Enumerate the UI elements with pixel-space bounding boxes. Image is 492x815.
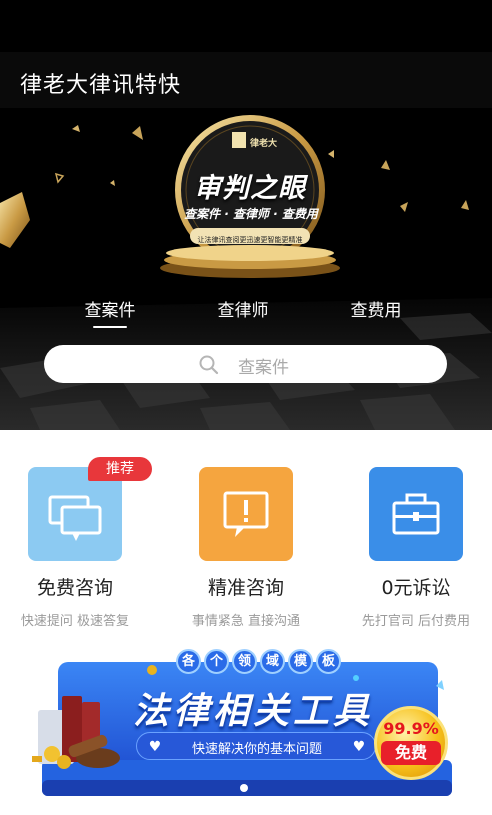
banner-subtitle-pill: ♥ 快速解决你的基本问题 ♥ bbox=[136, 732, 376, 760]
banner-subtitle: 快速解决你的基本问题 bbox=[191, 742, 322, 757]
recommend-badge: 推荐 bbox=[88, 457, 152, 481]
coin-free-label: 免费 bbox=[381, 741, 441, 765]
search-input[interactable]: 查案件 bbox=[44, 345, 447, 383]
chat-bubbles-icon bbox=[48, 495, 102, 541]
zero-fee-lawsuit-tile bbox=[369, 467, 463, 561]
banner-title: 法律相关工具 bbox=[132, 691, 373, 732]
service-description: 快速提问 极速答复 bbox=[20, 614, 130, 629]
hero-banner: 律老大 审判之眼 查案件 · 查律师 · 查费用 让法律讯查阅更迅速更智能更精准… bbox=[0, 108, 492, 430]
active-tab-indicator bbox=[93, 326, 127, 328]
app-header: 律老大律讯特快 bbox=[0, 52, 492, 108]
coin-percent: 99.9% bbox=[383, 719, 439, 738]
emblem-title: 审判之眼 bbox=[194, 173, 306, 204]
emblem-brand-text: 律老大 bbox=[250, 139, 278, 149]
banner-chip: 各 bbox=[176, 649, 201, 674]
service-name: 免费咨询 bbox=[36, 577, 113, 599]
banner-chip: 个 bbox=[204, 649, 229, 674]
legal-tools-banner[interactable]: 各 个 领 域 模 板 法律相关工具 ♥ 快速解决你的基本问题 ♥ 99.9% … bbox=[28, 640, 466, 800]
tab-fees[interactable]: 查费用 bbox=[326, 296, 426, 321]
free-consult-tile bbox=[28, 467, 122, 561]
tab-lawyers[interactable]: 查律师 bbox=[193, 296, 293, 321]
banner-chip: 领 bbox=[232, 649, 257, 674]
alert-message-icon bbox=[223, 491, 269, 537]
service-name: 精准咨询 bbox=[207, 577, 284, 599]
emblem-tagline: 查案件 · 查律师 · 查费用 bbox=[184, 207, 318, 221]
zero-fee-lawsuit-button[interactable]: 0元诉讼 先打官司 后付费用 bbox=[328, 430, 492, 630]
service-name: 0元诉讼 bbox=[381, 577, 451, 599]
precise-consult-tile bbox=[199, 467, 293, 561]
banner-chip: 域 bbox=[260, 649, 285, 674]
briefcase-icon bbox=[392, 493, 440, 535]
banner-chip: 板 bbox=[316, 649, 341, 674]
status-bar bbox=[0, 0, 492, 52]
service-description: 事情紧急 直接沟通 bbox=[191, 614, 301, 629]
search-type-tabs: 查案件 查律师 查费用 bbox=[0, 296, 492, 332]
heart-icon: ♥ bbox=[352, 739, 366, 755]
search-icon bbox=[199, 355, 219, 375]
emblem-slogan: 让法律讯查阅更迅速更智能更精准 bbox=[197, 236, 303, 244]
service-description: 先打官司 后付费用 bbox=[361, 614, 471, 629]
free-coin-badge: 99.9% 免费 bbox=[374, 706, 448, 780]
page-title: 律老大律讯特快 bbox=[20, 73, 182, 98]
precise-consult-button[interactable]: 精准咨询 事情紧急 直接沟通 bbox=[164, 430, 328, 630]
free-consult-button[interactable]: 推荐 免费咨询 快速提问 极速答复 bbox=[0, 430, 164, 630]
banner-chip: 模 bbox=[288, 649, 313, 674]
tab-cases[interactable]: 查案件 bbox=[60, 296, 160, 321]
service-grid: 推荐 免费咨询 快速提问 极速答复 精准咨询 事情紧急 直接沟通 0元诉讼 先打… bbox=[0, 430, 492, 630]
search-placeholder: 查案件 bbox=[238, 358, 289, 378]
